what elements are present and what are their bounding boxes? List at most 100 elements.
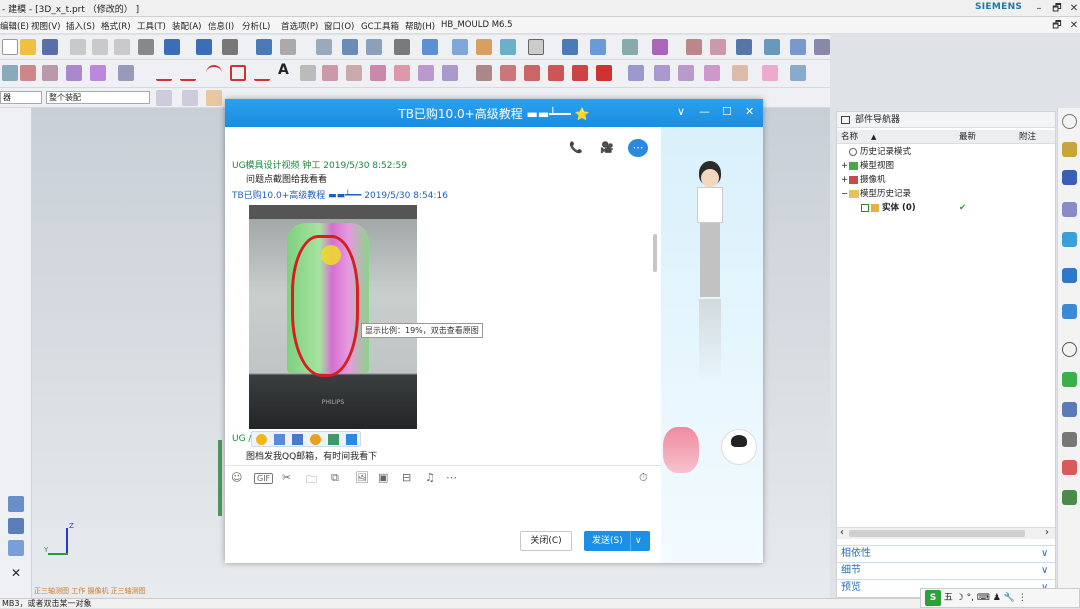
message-text[interactable]: 问题点截图给我看看 [246,172,327,185]
surface-f-icon[interactable] [762,65,778,81]
send-options-icon[interactable]: ∨ [635,531,642,551]
feature-3-icon[interactable] [42,65,58,81]
flag-icon[interactable] [736,39,752,55]
menu-assembly[interactable]: 装配(A) [172,20,201,32]
tree-row-solid[interactable]: 实体 (0) ✔ [837,201,1055,215]
history-clock-icon[interactable]: ⏱ [639,471,648,485]
render-style-icon[interactable] [222,39,238,55]
bookmark-action-icon[interactable] [346,434,357,445]
image-icon[interactable]: 🖼 [355,471,369,484]
filter-c-icon[interactable] [206,90,222,106]
menu-info[interactable]: 信息(I) [208,20,234,32]
text-icon[interactable]: A [278,62,294,78]
tree-row-model-history[interactable]: − 模型历史记录 [837,187,1055,201]
scope-filter-select[interactable]: 整个装配 [46,91,150,104]
viewport-cube-icon[interactable] [8,496,24,512]
extend-icon[interactable] [500,65,516,81]
menu-view[interactable]: 视图(V) [31,20,60,32]
scroll-thumb[interactable] [849,530,1025,537]
red-packet-icon[interactable]: ⊟ [402,471,411,484]
scroll-right-icon[interactable]: › [1045,527,1049,538]
material-icon[interactable] [1062,460,1077,475]
cylinder-icon[interactable] [118,65,134,81]
offset-curve-icon[interactable] [596,65,612,81]
open-folder-icon[interactable] [20,39,36,55]
doc-close-button[interactable]: ✕ [1063,17,1080,34]
curve-c-icon[interactable] [370,65,386,81]
forward-action-icon[interactable] [328,434,339,445]
web-browser-icon[interactable] [1062,268,1077,283]
copy-icon[interactable] [92,39,108,55]
ime-logo-icon[interactable]: S [925,590,941,606]
analysis-icon[interactable] [710,39,726,55]
layer-icon[interactable] [476,39,492,55]
react-action-icon[interactable] [310,434,321,445]
more-tools-icon[interactable]: ⋯ [446,471,457,484]
chat-close-button[interactable]: ✕ [745,105,754,118]
zoom-icon[interactable] [366,39,382,55]
palette-icon[interactable] [1062,372,1077,387]
wire-cube-icon[interactable] [452,39,468,55]
move-icon[interactable] [562,39,578,55]
menu-analysis[interactable]: 分析(L) [242,20,270,32]
reference-icon[interactable] [1062,490,1077,505]
menu-gc-toolbox[interactable]: GC工具箱 [361,20,399,32]
chat-minimize-button[interactable]: — [699,105,710,118]
panel-details[interactable]: 细节 ∨ [837,562,1055,578]
menu-preferences[interactable]: 首选项(P) [281,20,318,32]
message-text[interactable]: 图档发我QQ邮箱，有时间我看下 [246,449,377,462]
chat-scrollbar-thumb[interactable] [653,234,657,272]
video-call-icon[interactable]: 🎥 [598,139,616,157]
more-options-icon[interactable]: ⋯ [628,139,648,157]
viewport-settings-icon[interactable] [8,540,24,556]
ime-status[interactable]: 五 ☽ °, ⌨ ♟ 🔧 ⋮ [944,593,1027,603]
cube-view-icon[interactable] [422,39,438,55]
cut-icon[interactable] [70,39,86,55]
mold-tool-icon[interactable] [790,39,806,55]
surface-b-icon[interactable] [654,65,670,81]
undo-icon[interactable] [164,39,180,55]
menu-format[interactable]: 格式(R) [101,20,131,32]
roles-icon[interactable] [1062,402,1077,417]
shaded-icon[interactable] [394,39,410,55]
curve-a-icon[interactable] [322,65,338,81]
sketch-icon[interactable] [300,65,316,81]
sort-asc-icon[interactable]: ▲ [871,130,876,144]
clock-nav-icon[interactable] [1062,342,1077,357]
save-action-icon[interactable] [274,434,285,445]
expand-icon[interactable]: + [841,173,848,187]
screenshot-icon[interactable]: ✂ [282,471,291,484]
menu-hb-mould[interactable]: HB_MOULD M6.5 [441,20,513,30]
assembly-icon[interactable] [590,39,606,55]
rectangle-icon[interactable] [230,65,246,81]
paste-icon[interactable] [114,39,130,55]
send-button[interactable]: 发送(S) ∨ [584,531,650,551]
voice-call-icon[interactable]: 📞 [567,139,585,157]
constraint-nav-icon[interactable] [1062,170,1077,185]
panel-dependencies[interactable]: 相依性 ∨ [837,545,1055,561]
scroll-left-icon[interactable]: ‹ [840,527,844,538]
curve-e-icon[interactable] [418,65,434,81]
navigator-hscrollbar[interactable]: ‹ › [837,527,1055,539]
delete-icon[interactable] [138,39,154,55]
screen-share-icon[interactable]: ⧉ [331,471,339,485]
gif-icon[interactable]: GIF [254,473,274,484]
message-image[interactable]: PHILIPS [249,205,417,429]
feature-2-icon[interactable] [20,65,36,81]
surface-a-icon[interactable] [628,65,644,81]
points-icon[interactable] [652,39,668,55]
col-note[interactable]: 附注 [1019,130,1036,144]
settings-gear-icon[interactable] [1062,114,1077,129]
reuse-library-icon[interactable] [1062,232,1077,247]
bridge-icon[interactable] [572,65,588,81]
surface-icon[interactable] [686,39,702,55]
table-icon[interactable] [622,39,638,55]
join-icon[interactable] [548,65,564,81]
checkbox-icon[interactable] [861,204,869,212]
fit-view-icon[interactable] [316,39,332,55]
part-nav-icon[interactable] [1062,202,1077,217]
surface-c-icon[interactable] [678,65,694,81]
history-icon[interactable] [1062,304,1077,319]
tree-row-history-mode[interactable]: 历史记录模式 [837,145,1055,159]
message-input[interactable] [225,493,661,527]
